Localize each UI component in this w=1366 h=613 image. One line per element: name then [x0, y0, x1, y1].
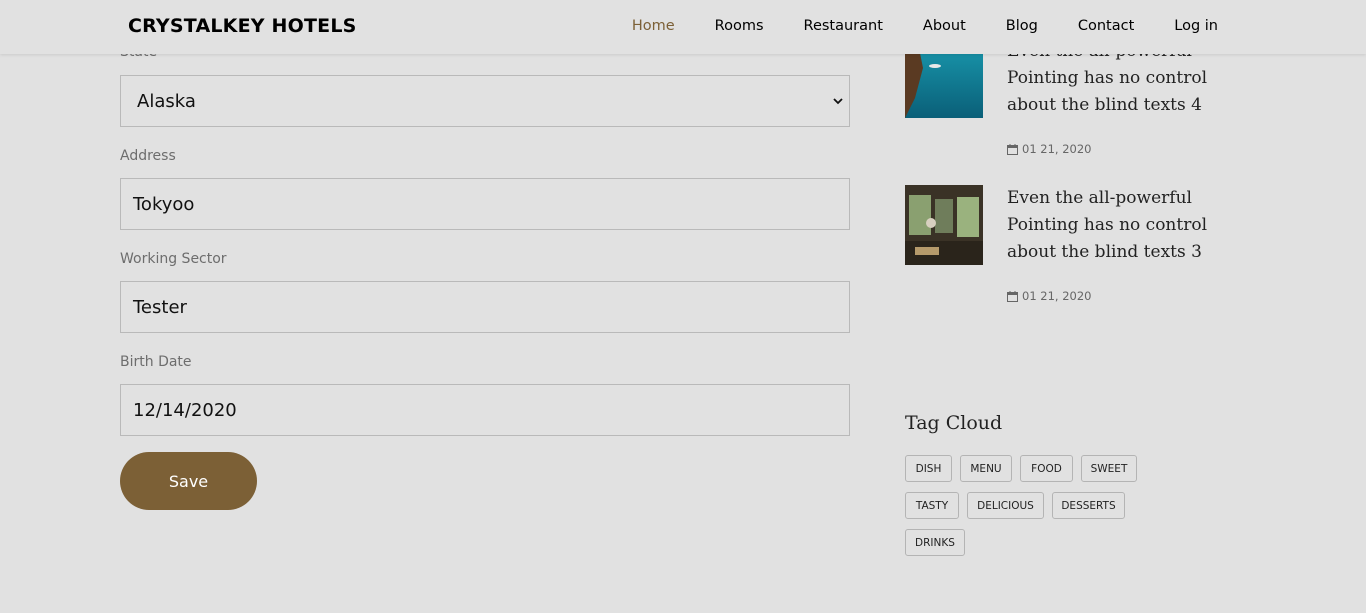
- birth-date-input[interactable]: 12/14/2020: [120, 384, 850, 436]
- address-input[interactable]: Tokyoo: [120, 178, 850, 230]
- brand-logo[interactable]: CRYSTALKEY HOTELS: [128, 15, 357, 37]
- interior-image: [905, 185, 983, 265]
- post-date-text: 01 21, 2020: [1022, 289, 1092, 303]
- working-sector-input[interactable]: Tester: [120, 281, 850, 333]
- nav-restaurant[interactable]: Restaurant: [804, 18, 883, 34]
- calendar-icon: [1007, 290, 1018, 302]
- tag-menu[interactable]: MENU: [960, 455, 1012, 482]
- post-thumbnail-interior[interactable]: [905, 185, 983, 265]
- post-title[interactable]: Even the all-powerful Pointing has no co…: [1007, 185, 1207, 266]
- top-navbar: CRYSTALKEY HOTELS Home Rooms Restaurant …: [0, 0, 1366, 54]
- address-value: Tokyoo: [133, 193, 195, 215]
- birth-date-value: 12/14/2020: [133, 399, 237, 421]
- nav-login[interactable]: Log in: [1174, 18, 1218, 34]
- tag-dish[interactable]: DISH: [905, 455, 952, 482]
- birth-date-label: Birth Date: [120, 354, 192, 370]
- nav-contact[interactable]: Contact: [1078, 18, 1134, 34]
- nav-rooms[interactable]: Rooms: [715, 18, 764, 34]
- tag-delicious[interactable]: DELICIOUS: [967, 492, 1044, 519]
- tag-desserts[interactable]: DESSERTS: [1052, 492, 1125, 519]
- main-nav: Home Rooms Restaurant About Blog Contact…: [632, 18, 1218, 34]
- address-label: Address: [120, 148, 176, 164]
- tag-drinks[interactable]: DRINKS: [905, 529, 965, 556]
- post-date-text: 01 21, 2020: [1022, 142, 1092, 156]
- tag-food[interactable]: FOOD: [1020, 455, 1073, 482]
- nav-home[interactable]: Home: [632, 18, 675, 34]
- chevron-down-icon: [833, 98, 843, 105]
- state-select[interactable]: Alaska: [120, 75, 850, 127]
- state-value: Alaska: [137, 90, 196, 112]
- post-date: 01 21, 2020: [1007, 289, 1092, 303]
- calendar-icon: [1007, 143, 1018, 155]
- save-button[interactable]: Save: [120, 452, 257, 510]
- tag-cloud-heading: Tag Cloud: [905, 412, 1003, 434]
- nav-blog[interactable]: Blog: [1006, 18, 1038, 34]
- tag-tasty[interactable]: TASTY: [905, 492, 959, 519]
- tag-sweet[interactable]: SWEET: [1081, 455, 1137, 482]
- sector-value: Tester: [133, 296, 187, 318]
- nav-about[interactable]: About: [923, 18, 966, 34]
- sector-label: Working Sector: [120, 251, 227, 267]
- post-date: 01 21, 2020: [1007, 142, 1092, 156]
